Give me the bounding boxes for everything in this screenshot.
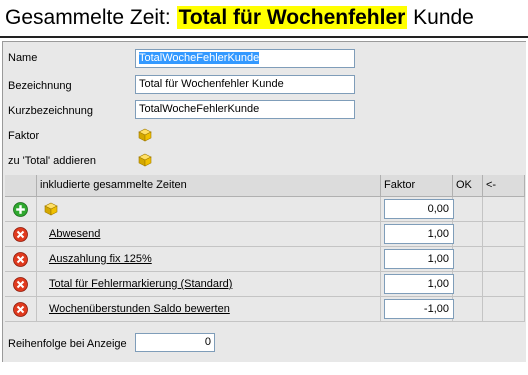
title-highlight: Total für Wochenfehler (176, 6, 408, 29)
cube-icon[interactable] (138, 128, 152, 142)
title-suffix: Kunde (407, 6, 474, 29)
delete-icon[interactable] (13, 252, 28, 267)
factor-input[interactable]: 1,00 (384, 224, 454, 244)
factor-input[interactable]: 1,00 (384, 249, 454, 269)
cube-icon[interactable] (138, 153, 152, 167)
faktor-label: Faktor (8, 130, 40, 142)
table-row: Total für Fehlermarkierung (Standard) 1,… (5, 272, 525, 297)
title-prefix: Gesammelte Zeit: (5, 6, 177, 29)
factor-input[interactable]: 0,00 (384, 199, 454, 219)
name-label: Name (8, 52, 38, 64)
delete-icon[interactable] (13, 227, 28, 242)
cube-icon[interactable] (44, 202, 58, 216)
included-time-link[interactable]: Auszahlung fix 125% (49, 253, 152, 265)
factor-input[interactable]: 1,00 (384, 274, 454, 294)
included-time-link[interactable]: Total für Fehlermarkierung (Standard) (49, 278, 232, 290)
grid-header-faktor[interactable]: Faktor (381, 175, 453, 197)
edit-panel: Name TotalWocheFehlerKunde Bezeichnung T… (2, 41, 526, 362)
delete-icon[interactable] (13, 277, 28, 292)
factor-input[interactable]: -1,00 (384, 299, 454, 319)
name-input[interactable]: TotalWocheFehlerKunde (135, 49, 355, 68)
delete-icon[interactable] (13, 302, 28, 317)
included-time-link[interactable]: Abwesend (49, 228, 100, 240)
kurzbezeichnung-label: Kurzbezeichnung (8, 105, 94, 117)
grid-header-ok[interactable]: OK (453, 175, 483, 197)
grid-header-arrow[interactable]: <- (483, 175, 525, 197)
table-row: Abwesend 1,00 (5, 222, 525, 247)
grid-header-icon-col (5, 175, 37, 197)
name-value: TotalWocheFehlerKunde (139, 52, 260, 64)
included-time-link[interactable]: Wochenüberstunden Saldo bewerten (49, 303, 230, 315)
bezeichnung-label: Bezeichnung (8, 80, 72, 92)
table-row: Wochenüberstunden Saldo bewerten -1,00 (5, 297, 525, 322)
total-label: zu 'Total' addieren (8, 155, 96, 167)
table-row-new: 0,00 (5, 197, 525, 222)
bezeichnung-input[interactable]: Total für Wochenfehler Kunde (135, 75, 355, 94)
order-input[interactable]: 0 (135, 333, 215, 352)
order-label: Reihenfolge bei Anzeige (8, 338, 127, 350)
kurzbezeichnung-input[interactable]: TotalWocheFehlerKunde (135, 100, 355, 119)
page-title: Gesammelte Zeit: Total für Wochenfehler … (0, 0, 528, 38)
add-icon[interactable] (13, 202, 28, 217)
grid-header-name[interactable]: inkludierte gesammelte Zeiten (37, 175, 381, 197)
table-row: Auszahlung fix 125% 1,00 (5, 247, 525, 272)
